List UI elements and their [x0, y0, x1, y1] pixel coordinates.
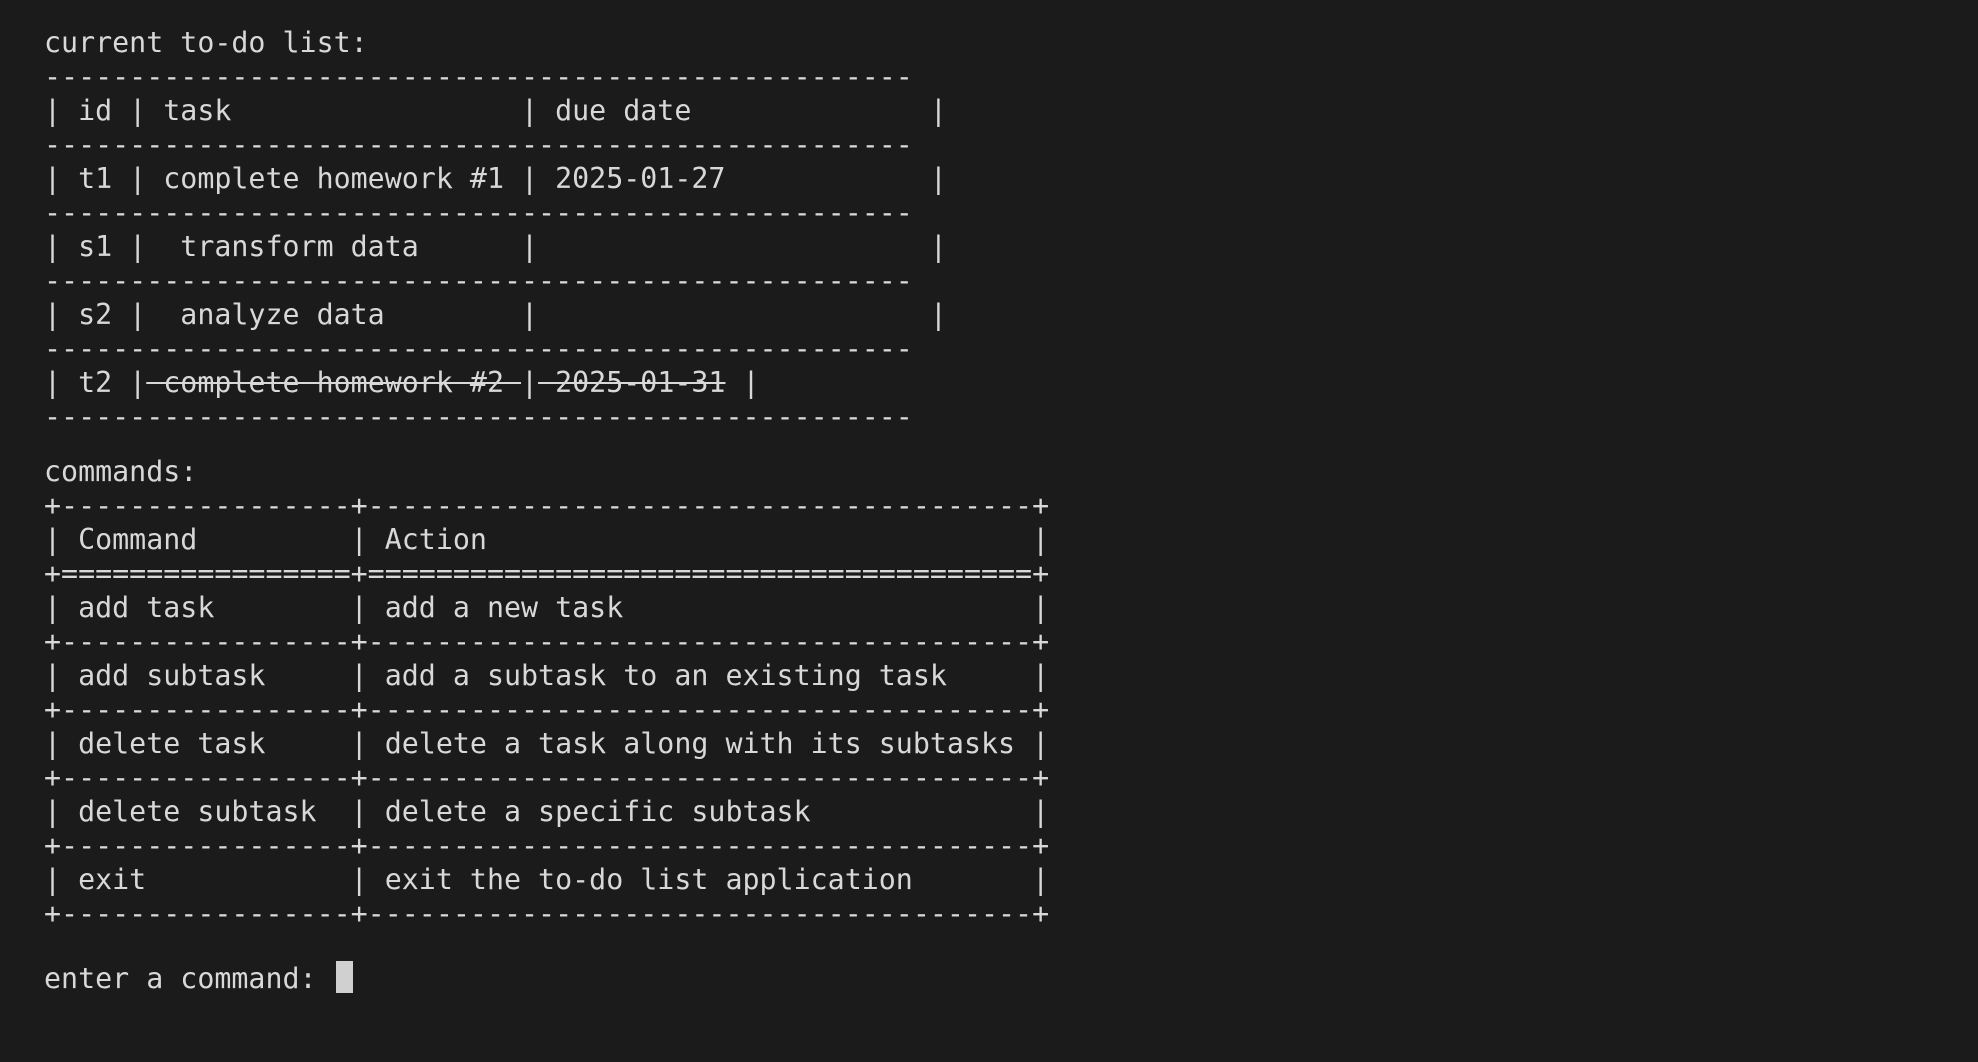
text-cursor[interactable] — [335, 961, 353, 993]
terminal-window[interactable]: current to-do list: --------------------… — [0, 0, 1978, 1062]
command-prompt[interactable]: enter a command: — [44, 945, 1978, 1013]
commands-border: +-----------------+---------------------… — [44, 897, 1050, 930]
prompt-label: enter a command: — [44, 962, 334, 995]
